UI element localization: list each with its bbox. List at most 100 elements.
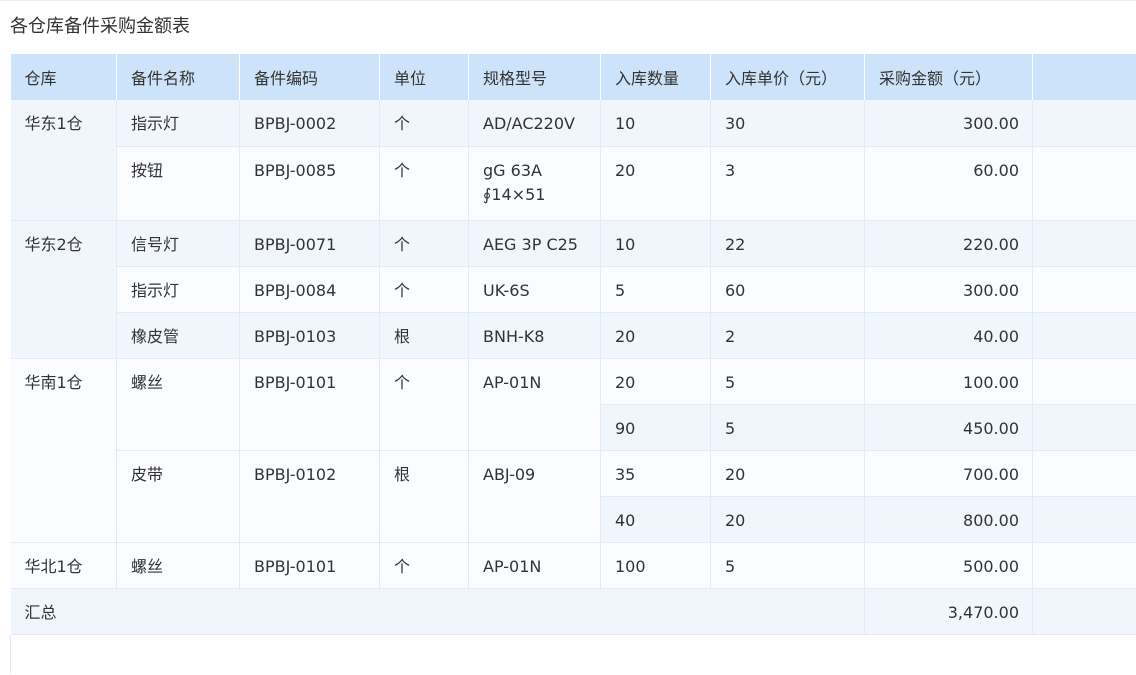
- cell-amount: 800.00: [864, 496, 1033, 543]
- cell-quantity: 10: [600, 100, 711, 147]
- cell-part-name: 皮带: [116, 450, 240, 543]
- table-row: 华东1仓 指示灯 BPBJ-0002 个 AD/AC220V 10 30 300…: [10, 100, 1136, 221]
- table-row: 皮带 BPBJ-0102 根 ABJ-09 35 20 700.00: [11, 450, 1136, 543]
- cell-quantity: 90: [600, 404, 711, 451]
- cell-filler: [1032, 100, 1136, 147]
- cell-quantity: 20: [600, 146, 711, 221]
- cell-quantity: 20: [600, 358, 711, 405]
- cell-filler: [1032, 450, 1136, 497]
- cell-spec: AEG 3P C25: [468, 220, 601, 267]
- cell-quantity: 20: [600, 312, 711, 359]
- cell-quantity: 35: [600, 450, 711, 497]
- cell-unit: 个: [379, 146, 469, 221]
- cell-unit: 个: [379, 220, 469, 267]
- cell-unit: 个: [379, 542, 469, 589]
- cell-part-code: BPBJ-0002: [239, 100, 380, 147]
- cell-amount: 300.00: [864, 100, 1033, 147]
- cell-unit: 个: [379, 266, 469, 313]
- cell-part-code: BPBJ-0101: [239, 358, 380, 451]
- cell-spec: AP-01N: [468, 542, 601, 589]
- cell-filler: [1032, 146, 1136, 221]
- table-row: 指示灯 BPBJ-0084 个 UK-6S 5 60 300.00: [11, 266, 1136, 313]
- cell-warehouse: 华北1仓: [10, 542, 117, 589]
- cell-unit-price: 2: [710, 312, 865, 359]
- cell-spec: BNH-K8: [468, 312, 601, 359]
- header-spec[interactable]: 规格型号: [468, 54, 601, 100]
- cell-unit-price: 60: [710, 266, 865, 313]
- cell-amount: 220.00: [864, 220, 1033, 267]
- cell-amount: 700.00: [864, 450, 1033, 497]
- cell-filler: [1032, 588, 1136, 635]
- cell-part-name: 螺丝: [116, 542, 240, 589]
- cell-unit-price: 20: [710, 450, 865, 497]
- cell-unit-price: 5: [710, 404, 865, 451]
- cell-part-code: BPBJ-0102: [239, 450, 380, 543]
- cell-unit-price: 5: [710, 358, 865, 405]
- table-row: 华东2仓 信号灯 BPBJ-0071 个 AEG 3P C25 10 22 22…: [10, 220, 1136, 359]
- report-page: 各仓库备件采购金额表 仓库 备件名称 备件编码 单位 规格型号 入库数量 入库单…: [0, 0, 1136, 675]
- cell-unit-price: 20: [710, 496, 865, 543]
- cell-filler: [1032, 312, 1136, 359]
- report-table-container[interactable]: 仓库 备件名称 备件编码 单位 规格型号 入库数量 入库单价（元） 采购金额（元…: [10, 54, 1136, 675]
- cell-amount: 450.00: [864, 404, 1033, 451]
- cell-part-code: BPBJ-0071: [239, 220, 380, 267]
- purchase-amount-table: 仓库 备件名称 备件编码 单位 规格型号 入库数量 入库单价（元） 采购金额（元…: [10, 54, 1136, 674]
- table-row: 华南1仓 螺丝 BPBJ-0101 个 AP-01N 20 5 100.00: [10, 358, 1136, 543]
- cell-spec: gG 63A ∮14×51: [468, 146, 601, 221]
- cell-filler: [1032, 542, 1136, 589]
- header-filler: [1032, 54, 1136, 100]
- cell-amount: 60.00: [864, 146, 1033, 221]
- cell-unit-price: 22: [710, 220, 865, 267]
- total-amount: 3,470.00: [864, 588, 1033, 635]
- cell-quantity: 10: [600, 220, 711, 267]
- cell-unit-price: 5: [710, 542, 865, 589]
- cell-part-name: 信号灯: [116, 220, 240, 267]
- cell-part-name: 橡皮管: [116, 312, 240, 359]
- cell-part-name: 螺丝: [116, 358, 240, 451]
- table-row: 橡皮管 BPBJ-0103 根 BNH-K8 20 2 40.00: [11, 312, 1136, 359]
- cell-part-code: BPBJ-0101: [239, 542, 380, 589]
- total-row: 汇总 3,470.00: [10, 588, 1136, 635]
- cell-amount: 40.00: [864, 312, 1033, 359]
- cell-filler: [1032, 358, 1136, 405]
- cell-part-name: 指示灯: [116, 100, 240, 147]
- cell-filler: [1032, 404, 1136, 451]
- cell-part-code: BPBJ-0085: [239, 146, 380, 221]
- table-row: 华北1仓 螺丝 BPBJ-0101 个 AP-01N 100 5 500.00: [10, 542, 1136, 589]
- header-unit[interactable]: 单位: [379, 54, 469, 100]
- cell-quantity: 40: [600, 496, 711, 543]
- cell-unit: 个: [379, 100, 469, 147]
- cell-warehouse: 华东2仓: [10, 220, 117, 359]
- table-row: 按钮 BPBJ-0085 个 gG 63A ∮14×51 20 3 60.00: [11, 146, 1136, 221]
- header-warehouse[interactable]: 仓库: [10, 54, 117, 100]
- table-header-row: 仓库 备件名称 备件编码 单位 规格型号 入库数量 入库单价（元） 采购金额（元…: [10, 54, 1136, 100]
- cell-part-code: BPBJ-0103: [239, 312, 380, 359]
- cell-unit-price: 30: [710, 100, 865, 147]
- header-unit-price[interactable]: 入库单价（元）: [710, 54, 865, 100]
- cell-unit: 根: [379, 312, 469, 359]
- cell-filler: [1032, 496, 1136, 543]
- cell-quantity: 5: [600, 266, 711, 313]
- cell-part-name: 指示灯: [116, 266, 240, 313]
- cell-part-code: BPBJ-0084: [239, 266, 380, 313]
- header-amount[interactable]: 采购金额（元）: [864, 54, 1033, 100]
- cell-spec: ABJ-09: [468, 450, 601, 543]
- cell-unit-price: 3: [710, 146, 865, 221]
- cell-part-name: 按钮: [116, 146, 240, 221]
- cell-amount: 100.00: [864, 358, 1033, 405]
- cell-spec: UK-6S: [468, 266, 601, 313]
- header-part-code[interactable]: 备件编码: [239, 54, 380, 100]
- total-label: 汇总: [10, 588, 865, 635]
- cell-unit: 根: [379, 450, 469, 543]
- empty-row: [10, 634, 1136, 674]
- empty-cell: [10, 634, 1136, 674]
- cell-spec: AP-01N: [468, 358, 601, 451]
- header-quantity[interactable]: 入库数量: [600, 54, 711, 100]
- cell-amount: 300.00: [864, 266, 1033, 313]
- cell-filler: [1032, 266, 1136, 313]
- cell-filler: [1032, 220, 1136, 267]
- cell-spec: AD/AC220V: [468, 100, 601, 147]
- header-part-name[interactable]: 备件名称: [116, 54, 240, 100]
- cell-amount: 500.00: [864, 542, 1033, 589]
- spec-line: ∮14×51: [483, 184, 546, 204]
